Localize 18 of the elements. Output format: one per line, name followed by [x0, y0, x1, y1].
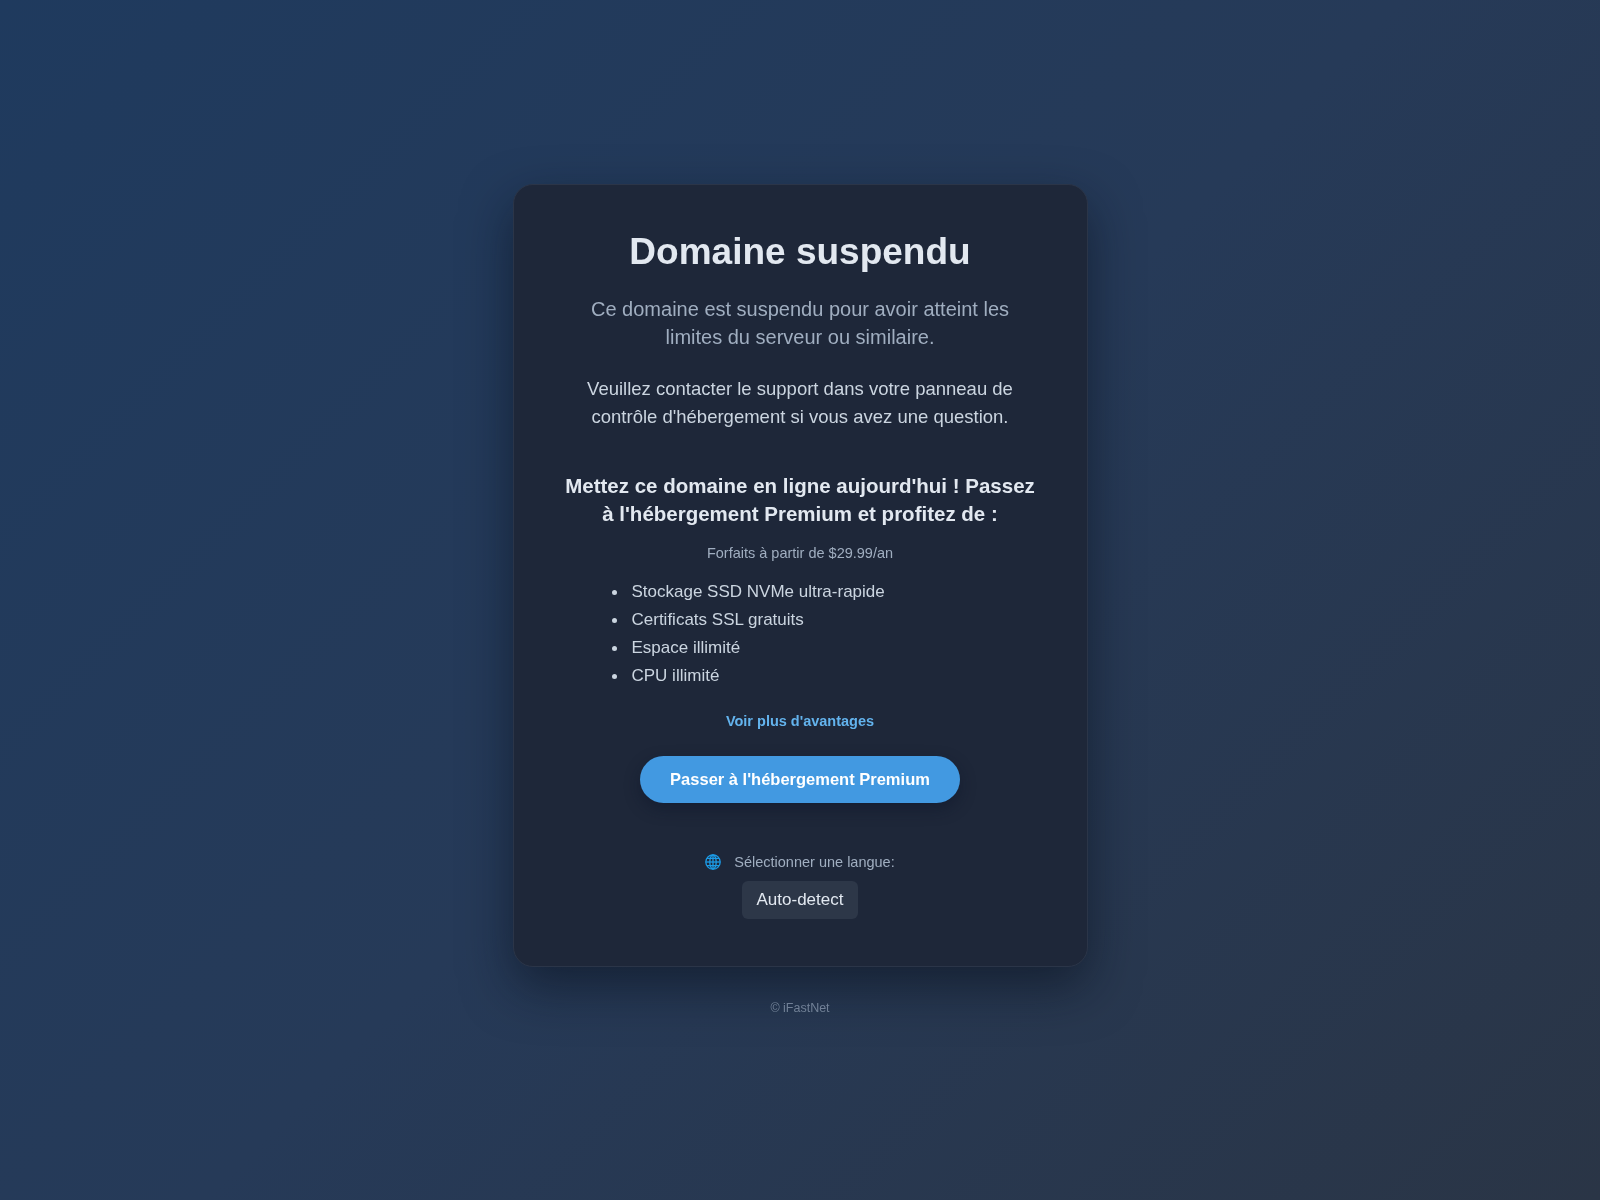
- feature-text: CPU illimité: [631, 665, 720, 687]
- copyright-text: © iFastNet: [770, 1000, 830, 1016]
- feature-text: Stockage SSD NVMe ultra-rapide: [631, 581, 885, 603]
- feature-text: Certificats SSL gratuits: [631, 609, 804, 631]
- subtitle-text: Ce domaine est suspendu pour avoir atteint les limites du serveur ou similaire.: [590, 297, 1010, 350]
- feature-text: Espace illimité: [631, 637, 741, 659]
- price-note: Forfaits à partir de $29.99/an: [706, 544, 894, 563]
- bullet-icon: [611, 645, 617, 651]
- more-benefits-link[interactable]: Voir plus d'avantages: [725, 711, 875, 731]
- support-message: Veuillez contacter le support dans votre panneau de contrôle d'hébergement si vous avez une question.: [586, 377, 1014, 429]
- bullet-icon: [611, 617, 617, 623]
- language-select[interactable]: Auto-detect: [741, 881, 859, 919]
- bullet-icon: [611, 673, 617, 679]
- bullet-icon: [611, 589, 617, 595]
- language-label: Sélectionner une langue:: [734, 853, 895, 872]
- page-title: Domaine suspendu: [629, 230, 971, 274]
- promo-heading: Mettez ce domaine en ligne aujourd'hui ! Passez à l'hébergement Premium et profitez de :: [565, 473, 1035, 527]
- globe-icon: [705, 854, 722, 870]
